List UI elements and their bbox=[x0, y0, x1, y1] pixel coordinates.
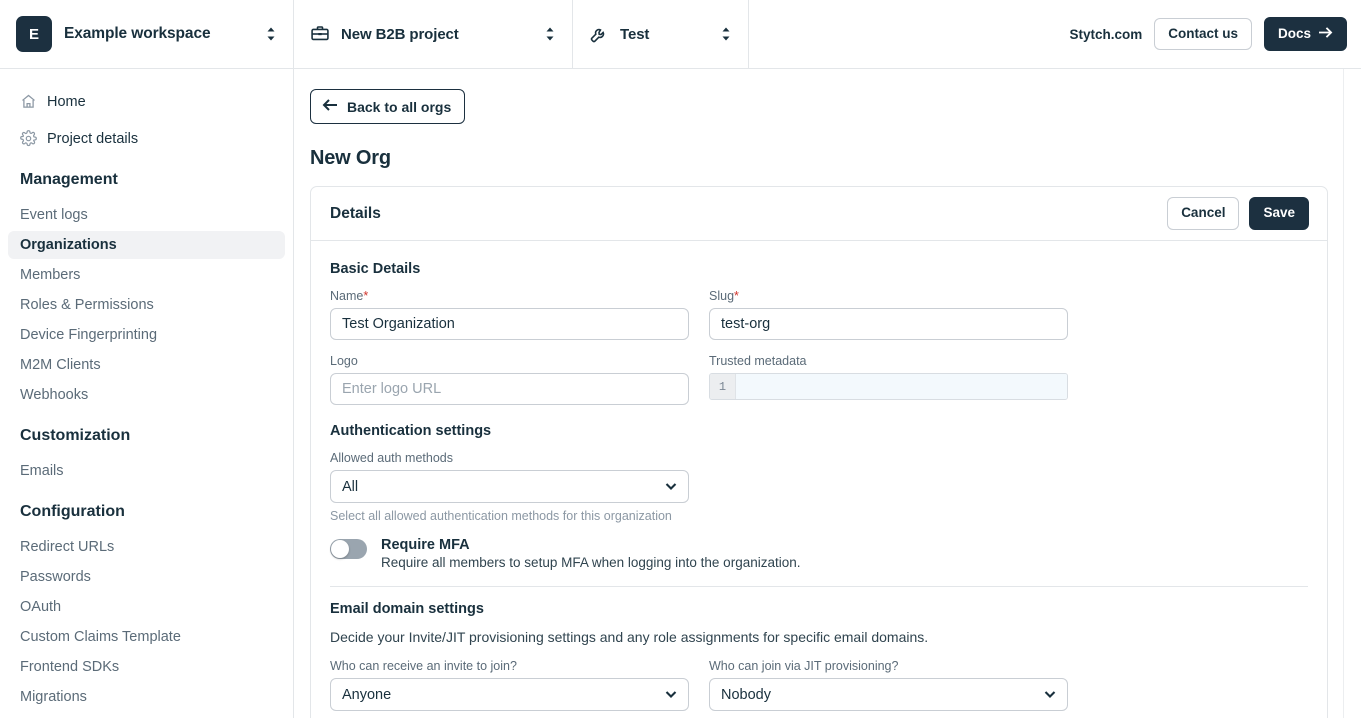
allowed-auth-label: Allowed auth methods bbox=[330, 451, 453, 465]
allowed-auth-select[interactable]: All bbox=[330, 470, 689, 503]
invite-jit-row: Who can receive an invite to join? Anyon… bbox=[330, 659, 1308, 711]
trusted-metadata-editor[interactable]: 1 bbox=[709, 373, 1068, 400]
sidebar: Home Project details Management Event lo… bbox=[0, 69, 294, 718]
jit-select[interactable]: Nobody bbox=[709, 678, 1068, 711]
sidebar-item-custom-claims-template[interactable]: Custom Claims Template bbox=[8, 623, 285, 651]
sidebar-item-home[interactable]: Home bbox=[8, 87, 285, 116]
sidebar-item-passwords[interactable]: Passwords bbox=[8, 563, 285, 591]
stytch-site-link[interactable]: Stytch.com bbox=[1069, 27, 1142, 42]
basic-details-heading: Basic Details bbox=[330, 261, 421, 277]
sidebar-item-organizations[interactable]: Organizations bbox=[8, 231, 285, 259]
required-asterisk: * bbox=[734, 289, 739, 303]
workspace-avatar: E bbox=[16, 16, 52, 52]
require-mfa-toggle[interactable] bbox=[330, 539, 367, 559]
save-button[interactable]: Save bbox=[1249, 197, 1309, 230]
sidebar-item-project-details[interactable]: Project details bbox=[8, 124, 285, 153]
environment-switcher[interactable]: Test bbox=[573, 0, 749, 68]
sidebar-item-device-fingerprinting[interactable]: Device Fingerprinting bbox=[8, 321, 285, 349]
back-button-label: Back to all orgs bbox=[347, 98, 452, 115]
sidebar-section-title: Management bbox=[20, 171, 118, 188]
email-domain-heading: Email domain settings bbox=[330, 601, 484, 617]
chevron-updown-icon bbox=[720, 24, 732, 44]
main-scrollbar[interactable] bbox=[1343, 69, 1361, 718]
home-icon bbox=[20, 93, 37, 110]
auth-settings-heading: Authentication settings bbox=[330, 423, 492, 439]
invite-group: Who can receive an invite to join? Anyon… bbox=[330, 659, 689, 711]
name-slug-row: Name* Slug* bbox=[330, 289, 1308, 340]
require-mfa-description: Require all members to setup MFA when lo… bbox=[381, 555, 801, 570]
logo-field-group: Logo bbox=[330, 354, 689, 405]
invite-label: Who can receive an invite to join? bbox=[330, 659, 517, 673]
sidebar-item-redirect-urls[interactable]: Redirect URLs bbox=[8, 533, 285, 561]
cancel-button[interactable]: Cancel bbox=[1167, 197, 1240, 230]
arrow-right-icon bbox=[1318, 26, 1333, 43]
invite-select-wrap: Anyone bbox=[330, 678, 689, 711]
allowed-auth-group: Allowed auth methods All Select all allo… bbox=[330, 451, 1308, 523]
app-root: E Example workspace New B2B project Test bbox=[0, 0, 1361, 718]
sidebar-item-migrations[interactable]: Migrations bbox=[8, 683, 285, 711]
sidebar-item-webhooks[interactable]: Webhooks bbox=[8, 381, 285, 409]
contact-us-button[interactable]: Contact us bbox=[1154, 17, 1252, 51]
sidebar-item-members[interactable]: Members bbox=[8, 261, 285, 289]
require-mfa-row: Require MFA Require all members to setup… bbox=[330, 537, 1308, 570]
trusted-metadata-group: Trusted metadata 1 bbox=[709, 354, 1068, 405]
logo-metadata-row: Logo Trusted metadata 1 bbox=[330, 354, 1308, 405]
require-mfa-text: Require MFA Require all members to setup… bbox=[381, 537, 801, 570]
jit-select-wrap: Nobody bbox=[709, 678, 1068, 711]
required-asterisk: * bbox=[363, 289, 369, 303]
details-card: Details Cancel Save Basic Details Name* … bbox=[310, 186, 1328, 718]
details-card-body: Basic Details Name* Slug* Logo bbox=[311, 241, 1327, 718]
slug-input[interactable] bbox=[709, 308, 1068, 340]
invite-select[interactable]: Anyone bbox=[330, 678, 689, 711]
gear-icon bbox=[20, 130, 37, 147]
chevron-updown-icon bbox=[265, 24, 277, 44]
main-content: Back to all orgs New Org Details Cancel … bbox=[295, 69, 1343, 718]
project-name: New B2B project bbox=[341, 25, 459, 43]
docs-button-label: Docs bbox=[1277, 25, 1311, 41]
project-switcher[interactable]: New B2B project bbox=[294, 0, 573, 68]
sidebar-item-frontend-sdks[interactable]: Frontend SDKs bbox=[8, 653, 285, 681]
workspace-switcher[interactable]: E Example workspace bbox=[0, 0, 294, 68]
details-card-header: Details Cancel Save bbox=[311, 187, 1327, 241]
sidebar-item-m2m-clients[interactable]: M2M Clients bbox=[8, 351, 285, 379]
name-input[interactable] bbox=[330, 308, 689, 340]
arrow-left-icon bbox=[322, 98, 338, 115]
environment-name: Test bbox=[620, 25, 650, 43]
toolbox-icon bbox=[310, 24, 330, 44]
top-bar: E Example workspace New B2B project Test bbox=[0, 0, 1361, 69]
workspace-name: Example workspace bbox=[64, 25, 211, 42]
require-mfa-title: Require MFA bbox=[381, 537, 470, 553]
page-title: New Org bbox=[310, 147, 391, 169]
section-divider bbox=[330, 586, 1308, 587]
slug-field-group: Slug* bbox=[709, 289, 1068, 340]
jit-group: Who can join via JIT provisioning? Nobod… bbox=[709, 659, 1068, 711]
back-to-all-orgs-button[interactable]: Back to all orgs bbox=[310, 89, 466, 124]
wrench-icon bbox=[589, 24, 609, 44]
toggle-knob bbox=[331, 540, 349, 558]
docs-button[interactable]: Docs bbox=[1263, 16, 1347, 52]
chevron-updown-icon bbox=[544, 24, 556, 44]
name-field-group: Name* bbox=[330, 289, 689, 340]
name-label: Name* bbox=[330, 289, 369, 303]
sidebar-item-roles-permissions[interactable]: Roles & Permissions bbox=[8, 291, 285, 319]
sidebar-section-title: Customization bbox=[20, 427, 131, 444]
email-domain-description: Decide your Invite/JIT provisioning sett… bbox=[330, 629, 929, 645]
logo-url-input[interactable] bbox=[330, 373, 689, 405]
top-bar-actions: Stytch.com Contact us Docs bbox=[749, 0, 1361, 68]
sidebar-item-emails[interactable]: Emails bbox=[8, 457, 285, 485]
sidebar-item-label: Home bbox=[47, 93, 86, 110]
logo-label: Logo bbox=[330, 354, 358, 368]
details-title: Details bbox=[330, 204, 381, 222]
code-line-number: 1 bbox=[710, 374, 736, 399]
slug-label: Slug* bbox=[709, 289, 739, 303]
sidebar-item-oauth[interactable]: OAuth bbox=[8, 593, 285, 621]
sidebar-item-label: Project details bbox=[47, 130, 139, 147]
jit-label: Who can join via JIT provisioning? bbox=[709, 659, 899, 673]
trusted-metadata-label: Trusted metadata bbox=[709, 354, 807, 368]
sidebar-section-title: Configuration bbox=[20, 503, 125, 520]
allowed-auth-hint: Select all allowed authentication method… bbox=[330, 509, 672, 523]
allowed-auth-select-wrap: All bbox=[330, 470, 689, 503]
code-input-area[interactable] bbox=[736, 374, 1067, 399]
sidebar-item-event-logs[interactable]: Event logs bbox=[8, 201, 285, 229]
